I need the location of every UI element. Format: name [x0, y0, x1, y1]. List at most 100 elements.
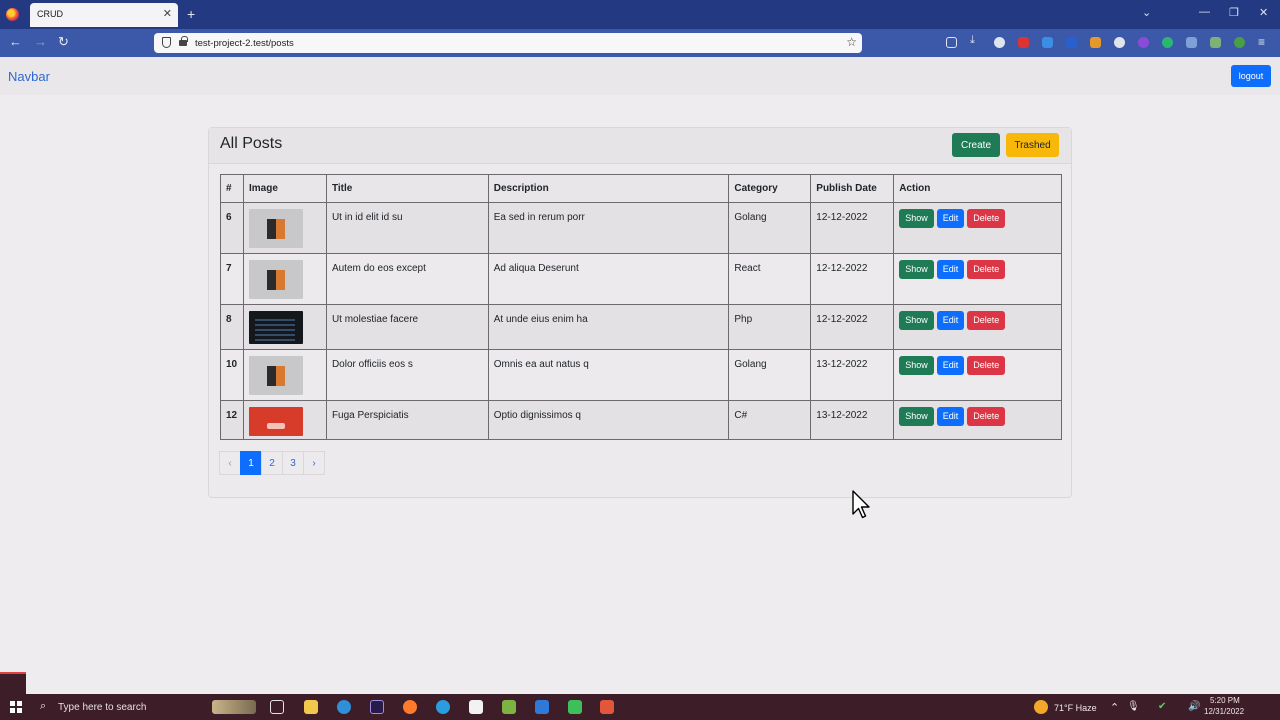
extension-icon[interactable] [1162, 37, 1173, 48]
edit-button[interactable]: Edit [936, 209, 965, 228]
extension-icon[interactable] [1186, 37, 1197, 48]
app-icon[interactable] [600, 700, 614, 714]
taskbar-search-input[interactable]: Type here to search [58, 702, 146, 713]
tab-close-icon[interactable]: ✕ [163, 7, 172, 20]
column-header: Description [487, 174, 730, 203]
browser-toolbar: ← → ↻ test-project-2.test/posts ☆ ⤓ ≡ [0, 29, 1280, 57]
firefox-icon[interactable] [403, 700, 417, 714]
delete-button[interactable]: Delete [967, 407, 1006, 426]
column-header: Action [893, 174, 1062, 203]
task-view-icon[interactable] [270, 700, 284, 714]
close-window-icon[interactable]: ✕ [1259, 6, 1268, 19]
app-icon[interactable] [568, 700, 582, 714]
show-button[interactable]: Show [899, 356, 934, 375]
reload-icon[interactable]: ↻ [58, 34, 69, 50]
show-button[interactable]: Show [899, 407, 934, 426]
pagination-prev: ‹ [219, 451, 241, 475]
post-date: 12-12-2022 [810, 253, 895, 305]
search-icon: ⌕ [40, 700, 47, 712]
extension-icon[interactable] [1018, 37, 1029, 48]
clock-time[interactable]: 5:20 PM [1210, 696, 1240, 705]
volume-icon[interactable]: 🔊 [1188, 701, 1200, 712]
extension-icon[interactable] [1090, 37, 1101, 48]
forward-icon: → [34, 34, 47, 49]
edit-button[interactable]: Edit [936, 311, 965, 330]
delete-button[interactable]: Delete [967, 311, 1006, 330]
extension-icon[interactable] [1138, 37, 1149, 48]
post-description: Ea sed in rerum porr [487, 202, 730, 254]
trashed-button[interactable]: Trashed [1006, 133, 1059, 157]
post-date: 13-12-2022 [810, 400, 895, 440]
browser-titlebar: CRUD ✕ + ⌄ — ❐ ✕ [0, 0, 1280, 29]
navbar-brand[interactable]: Navbar [8, 69, 50, 84]
show-button[interactable]: Show [899, 209, 934, 228]
edit-button[interactable]: Edit [936, 260, 965, 279]
minimize-icon[interactable]: — [1199, 6, 1210, 18]
extension-icon[interactable] [1042, 37, 1053, 48]
download-icon[interactable]: ⤓ [970, 34, 981, 46]
back-icon[interactable]: ← [9, 34, 22, 49]
clock-date[interactable]: 12/31/2022 [1204, 707, 1244, 716]
pagination-page-2[interactable]: 2 [261, 451, 283, 475]
post-id: 10 [220, 349, 244, 401]
pocket-icon[interactable] [946, 37, 957, 48]
premiere-icon[interactable] [370, 700, 384, 714]
delete-button[interactable]: Delete [967, 356, 1006, 375]
edit-button[interactable]: Edit [936, 407, 965, 426]
column-header: Image [242, 174, 327, 203]
notion-icon[interactable] [469, 700, 483, 714]
app-icon[interactable] [436, 700, 450, 714]
new-tab-icon[interactable]: + [187, 6, 195, 22]
extension-icon[interactable] [1210, 37, 1221, 48]
app-icon[interactable] [502, 700, 516, 714]
post-date: 13-12-2022 [810, 349, 895, 401]
edge-icon[interactable] [337, 700, 351, 714]
logout-button[interactable]: logout [1231, 65, 1271, 87]
post-date: 12-12-2022 [810, 202, 895, 254]
post-title: Ut in id elit id su [325, 202, 489, 254]
create-button[interactable]: Create [952, 133, 1000, 157]
post-thumbnail [248, 260, 303, 299]
url-bar[interactable]: test-project-2.test/posts ☆ [154, 33, 862, 53]
column-header: Title [325, 174, 489, 203]
pagination-next[interactable]: › [303, 451, 325, 475]
extension-icon[interactable] [994, 37, 1005, 48]
tab-title: CRUD [37, 9, 63, 19]
menu-icon[interactable]: ≡ [1258, 35, 1265, 49]
check-icon[interactable]: ✔ [1158, 701, 1166, 712]
pagination-page-1[interactable]: 1 [240, 451, 262, 475]
weather-icon [1034, 700, 1048, 714]
post-thumbnail [248, 311, 303, 344]
pagination-page-3[interactable]: 3 [282, 451, 304, 475]
tab-list-chevron-icon[interactable]: ⌄ [1142, 6, 1151, 19]
restore-icon[interactable]: ❐ [1229, 6, 1239, 19]
microphone-icon[interactable]: 🎙 [1127, 701, 1140, 712]
extension-icon[interactable] [1066, 37, 1077, 48]
tray-chevron-icon[interactable]: ⌃ [1110, 701, 1119, 714]
file-explorer-icon[interactable] [304, 700, 318, 714]
table-row: 12 Fuga Perspiciatis Optio dignissimos q… [220, 400, 1062, 440]
weather-text[interactable]: 71°F Haze [1054, 703, 1097, 713]
delete-button[interactable]: Delete [967, 209, 1006, 228]
show-button[interactable]: Show [899, 311, 934, 330]
extension-icon[interactable] [1114, 37, 1125, 48]
column-header: # [220, 174, 244, 203]
posts-card: All Posts Create Trashed # Image Title D… [208, 127, 1072, 498]
browser-tab[interactable]: CRUD ✕ [30, 3, 178, 27]
table-row: 6 Ut in id elit id su Ea sed in rerum po… [220, 202, 1062, 254]
show-button[interactable]: Show [899, 260, 934, 279]
post-id: 7 [220, 253, 244, 305]
bookmark-star-icon[interactable]: ☆ [846, 35, 857, 49]
post-id: 6 [220, 202, 244, 254]
edit-button[interactable]: Edit [936, 356, 965, 375]
vscode-icon[interactable] [535, 700, 549, 714]
windows-start-icon[interactable] [10, 701, 22, 713]
post-category: Golang [728, 349, 812, 401]
url-text[interactable]: test-project-2.test/posts [195, 38, 294, 49]
extension-icon[interactable] [1234, 37, 1245, 48]
table-row: 10 Dolor officiis eos s Omnis ea aut nat… [220, 349, 1062, 401]
search-highlight-icon [212, 700, 256, 714]
page-navbar: Navbar logout [0, 57, 1280, 95]
delete-button[interactable]: Delete [967, 260, 1006, 279]
post-thumbnail [248, 407, 303, 436]
